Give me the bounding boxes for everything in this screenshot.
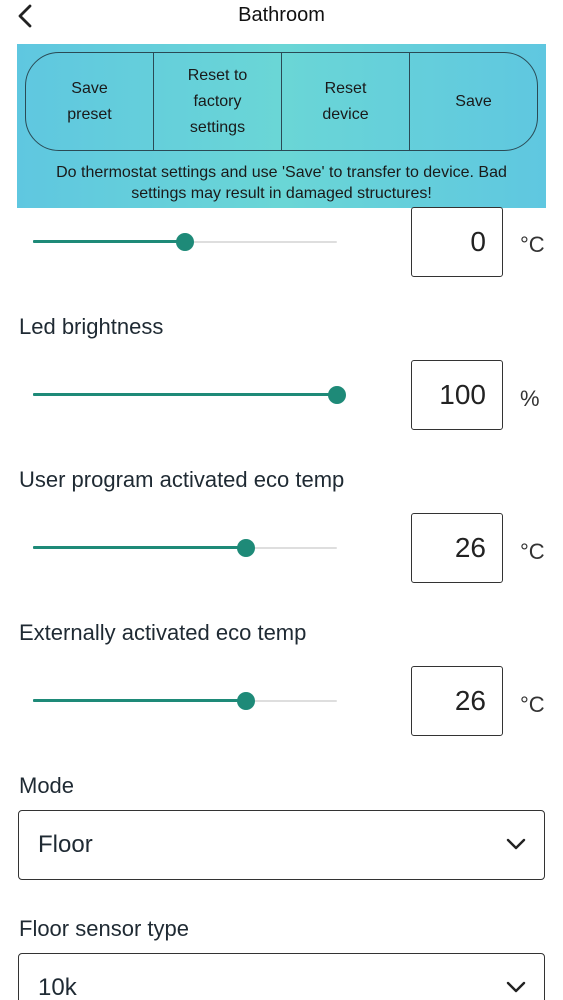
led-brightness-slider[interactable] (33, 385, 346, 405)
external-eco-temp-label: Externally activated eco temp (19, 620, 307, 645)
user-eco-temp-unit: °C (520, 539, 545, 564)
user-eco-temp-label: User program activated eco temp (19, 467, 345, 492)
header: Bathroom (0, 0, 563, 44)
led-brightness-label: Led brightness (19, 314, 164, 339)
chevron-down-icon (506, 981, 526, 993)
external-eco-temp-slider[interactable] (33, 691, 337, 711)
slider-thumb[interactable] (328, 386, 346, 404)
chevron-down-icon (506, 838, 526, 850)
slider-thumb[interactable] (236, 539, 255, 557)
external-eco-temp-value-input[interactable]: 26 (411, 666, 503, 736)
slider-thumb[interactable] (176, 233, 194, 251)
user-eco-temp-slider[interactable] (33, 538, 337, 558)
slider-fill (33, 546, 246, 549)
action-panel: Save preset Reset to factory settings Re… (17, 44, 546, 208)
first-setting-value-input[interactable]: 0 (411, 207, 503, 277)
warning-note: Do thermostat settings and use 'Save' to… (56, 164, 507, 202)
external-eco-temp-unit: °C (520, 692, 545, 717)
page-title: Bathroom (238, 4, 325, 26)
first-setting-slider[interactable] (33, 232, 337, 252)
mode-select[interactable]: Floor (18, 810, 545, 880)
save-preset-button[interactable]: Save preset (26, 53, 154, 150)
action-button-group: Save preset Reset to factory settings Re… (25, 52, 538, 151)
save-button[interactable]: Save (410, 53, 537, 150)
slider-fill (33, 699, 246, 702)
user-eco-temp-value-input[interactable]: 26 (411, 513, 503, 583)
slider-thumb[interactable] (236, 692, 255, 710)
mode-label: Mode (19, 773, 75, 798)
reset-device-button[interactable]: Reset device (282, 53, 410, 150)
led-brightness-unit: % (520, 386, 540, 411)
slider-fill (33, 240, 185, 243)
floor-sensor-type-label: Floor sensor type (19, 916, 189, 941)
floor-sensor-type-select[interactable]: 10k (18, 953, 545, 1000)
slider-fill (33, 393, 337, 396)
first-setting-unit: °C (520, 232, 545, 257)
led-brightness-value-input[interactable]: 100 (411, 360, 503, 430)
reset-factory-settings-button[interactable]: Reset to factory settings (154, 53, 282, 150)
mode-select-value: Floor (38, 831, 93, 858)
floor-sensor-type-select-value: 10k (38, 974, 77, 1000)
